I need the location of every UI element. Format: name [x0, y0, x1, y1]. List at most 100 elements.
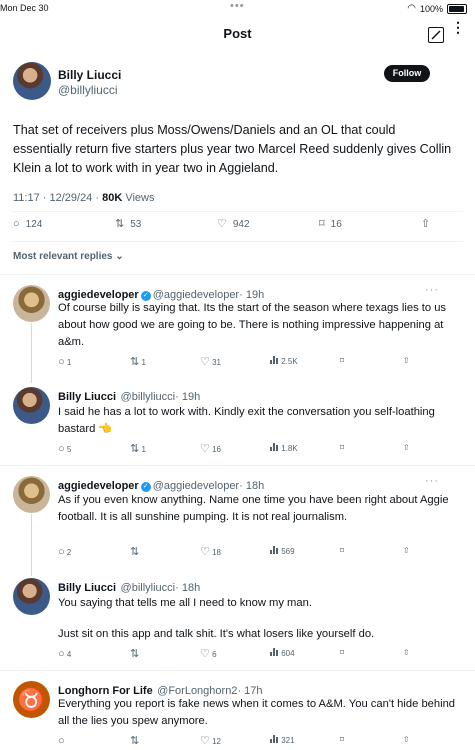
views-action[interactable]: 321: [270, 735, 295, 745]
bookmark-icon[interactable]: ⌑: [340, 443, 344, 452]
heart-icon: ♡: [200, 356, 210, 368]
divider: [0, 274, 475, 275]
more-options-icon[interactable]: ⋮: [451, 20, 465, 34]
reply-actions: ○ 4 ⇅ ♡ 6 604 ⌑ ⇧: [58, 648, 458, 660]
repost-count: 1: [141, 358, 146, 367]
reply-icon: ○: [58, 546, 65, 558]
reply-name[interactable]: Billy Liucci: [58, 391, 116, 403]
like-action[interactable]: ♡ 6: [200, 648, 217, 660]
like-count: 16: [212, 445, 222, 454]
reply-action[interactable]: ○ 124: [13, 218, 42, 230]
repost-icon: ⇅: [115, 218, 125, 230]
reply-name[interactable]: aggiedeveloper: [58, 480, 139, 492]
views-action[interactable]: 604: [270, 648, 295, 658]
like-count: 31: [212, 358, 222, 367]
reply-action[interactable]: ○ 5: [58, 443, 71, 455]
multitask-dots[interactable]: •••: [230, 0, 245, 12]
reply-handle[interactable]: @aggiedeveloper: [153, 480, 239, 492]
reply-name[interactable]: Billy Liucci: [58, 582, 116, 594]
divider: [13, 241, 463, 242]
verified-badge-icon: ✓: [140, 482, 151, 492]
bookmark-icon[interactable]: ⌑: [340, 356, 344, 365]
chevron-down-icon: ⌄: [115, 251, 124, 262]
repost-action[interactable]: ⇅ 1: [130, 356, 146, 368]
share-icon[interactable]: ⇧: [403, 443, 410, 452]
follow-button[interactable]: Follow: [384, 65, 430, 82]
reply-action[interactable]: ○: [58, 735, 65, 747]
bookmark-count: 16: [330, 218, 342, 230]
share-icon[interactable]: ⇧: [403, 735, 410, 744]
repost-icon: ⇅: [130, 443, 140, 455]
bookmark-icon[interactable]: ⌑: [340, 735, 344, 744]
views-count: 569: [281, 547, 295, 556]
reply-age: · 18h: [239, 480, 265, 492]
share-icon: ⇧: [421, 218, 431, 230]
share-action[interactable]: ⇧: [421, 218, 430, 230]
bookmark-icon[interactable]: ⌑: [340, 546, 344, 555]
reply-action[interactable]: ○ 1: [58, 356, 71, 368]
repost-action[interactable]: ⇅: [130, 648, 139, 660]
longhorn-logo-icon: ♉: [17, 686, 46, 712]
heart-icon: ♡: [200, 546, 210, 558]
views-action[interactable]: 2.5K: [270, 356, 298, 366]
reply-text: Everything you report is fake news when …: [58, 698, 456, 727]
like-action[interactable]: ♡ 16: [200, 443, 221, 455]
repost-action[interactable]: ⇅: [130, 735, 139, 747]
like-action[interactable]: ♡ 18: [200, 546, 221, 558]
battery-icon: [447, 3, 467, 14]
author-avatar[interactable]: [13, 62, 51, 100]
bookmark-icon: ⌑: [319, 218, 325, 230]
views-label: Views: [122, 192, 155, 204]
reply-avatar[interactable]: [13, 578, 50, 615]
reply-text: I said he has a lot to work with. Kindly…: [58, 406, 435, 435]
reply-text-2: Just sit on this app and talk shit. It's…: [58, 628, 375, 640]
reply-icon: ○: [58, 648, 65, 660]
like-action[interactable]: ♡ 942: [217, 218, 250, 230]
views-action[interactable]: 1.8K: [270, 443, 298, 453]
share-icon[interactable]: ⇧: [403, 648, 410, 657]
reply-text: As if you even know anything. Name one t…: [58, 494, 449, 523]
heart-icon: ♡: [200, 443, 210, 455]
views-count: 604: [281, 649, 295, 658]
views-icon: [270, 735, 279, 743]
reply-action[interactable]: ○ 4: [58, 648, 71, 660]
reply-age: · 19h: [175, 391, 201, 403]
author-name[interactable]: Billy Liucci: [58, 68, 121, 82]
author-handle[interactable]: @billyliucci: [58, 83, 118, 97]
reply-more-icon[interactable]: ···: [425, 284, 439, 296]
post-text: That set of receivers plus Moss/Owens/Da…: [13, 123, 452, 175]
reply-handle[interactable]: @billyliucci: [121, 582, 176, 594]
repost-count: 53: [130, 218, 142, 230]
reply-handle[interactable]: @billyliucci: [121, 391, 176, 403]
battery-percent: 100%: [419, 3, 443, 14]
reply-actions: ○ 1 ⇅ 1 ♡ 31 2.5K ⌑ ⇧: [58, 356, 458, 368]
reply-actions: ○ 5 ⇅ 1 ♡ 16 1.8K ⌑ ⇧: [58, 443, 458, 455]
reply-avatar[interactable]: ♉: [13, 681, 50, 718]
views-count: 321: [281, 736, 295, 745]
reply-count: 1: [66, 358, 72, 367]
repost-action[interactable]: ⇅ 53: [115, 218, 141, 230]
like-action[interactable]: ♡ 12: [200, 735, 221, 747]
share-icon[interactable]: ⇧: [403, 356, 410, 365]
bookmark-action[interactable]: ⌑ 16: [319, 218, 342, 230]
bookmark-icon[interactable]: ⌑: [340, 648, 344, 657]
views-count: 1.8K: [281, 444, 298, 453]
reply-count: 2: [66, 548, 72, 557]
reply-avatar[interactable]: [13, 285, 50, 322]
like-action[interactable]: ♡ 31: [200, 356, 221, 368]
divider: [13, 211, 463, 212]
views-action[interactable]: 569: [270, 546, 295, 556]
like-count: 12: [212, 737, 222, 746]
reply-age: · 18h: [175, 582, 201, 594]
reply-more-icon[interactable]: ···: [425, 475, 439, 487]
reply-avatar[interactable]: [13, 476, 50, 513]
reply-action[interactable]: ○ 2: [58, 546, 71, 558]
like-count: 6: [212, 650, 217, 659]
views-icon: [270, 648, 279, 656]
repost-action[interactable]: ⇅: [130, 546, 139, 558]
share-icon[interactable]: ⇧: [403, 546, 410, 555]
replies-filter[interactable]: Most relevant replies ⌄: [13, 251, 124, 262]
reply-avatar[interactable]: [13, 387, 50, 424]
compose-icon[interactable]: [428, 27, 444, 43]
repost-action[interactable]: ⇅ 1: [130, 443, 146, 455]
